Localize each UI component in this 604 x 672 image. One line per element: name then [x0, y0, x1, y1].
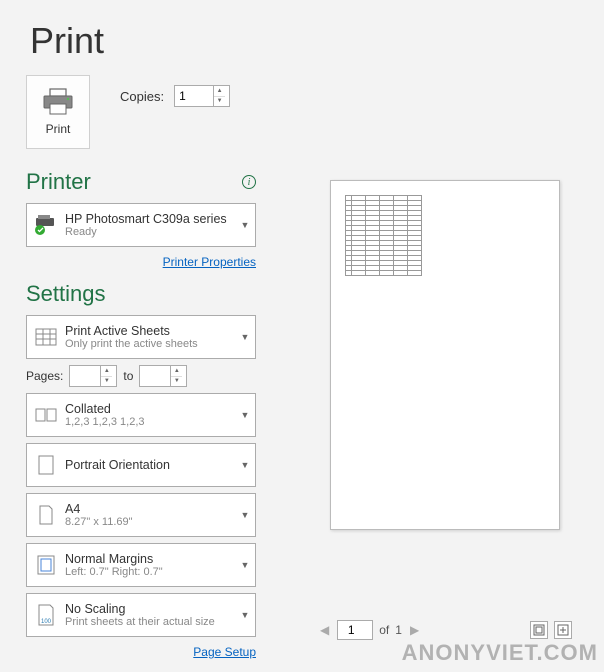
print-settings-panel: Print Copies: ▲ ▼ Printer i	[26, 75, 256, 671]
collate-icon	[35, 407, 57, 423]
printer-section-header: Printer i	[26, 169, 256, 195]
pages-to-field[interactable]	[140, 369, 170, 383]
print-area-title: Print Active Sheets	[65, 324, 235, 338]
printer-device-icon	[34, 215, 58, 235]
copies-label: Copies:	[120, 89, 164, 104]
printer-icon	[42, 88, 74, 116]
watermark: ANONYVIET.COM	[402, 640, 598, 666]
prev-page-button[interactable]: ◀	[318, 623, 331, 637]
pages-to-up[interactable]: ▲	[171, 366, 182, 377]
copies-input[interactable]: ▲ ▼	[174, 85, 230, 107]
preview-page	[330, 180, 560, 530]
paper-subtitle: 8.27" x 11.69"	[65, 516, 235, 528]
pages-to-label: to	[123, 369, 133, 383]
settings-section-header: Settings	[26, 281, 256, 307]
page-number-field[interactable]	[338, 623, 364, 637]
chevron-down-icon: ▼	[235, 610, 255, 620]
page-number-input[interactable]	[337, 620, 373, 640]
copies-row: Copies: ▲ ▼	[120, 85, 230, 107]
page-setup-link[interactable]: Page Setup	[193, 645, 256, 659]
pages-from-down[interactable]: ▼	[101, 377, 112, 387]
print-area-dropdown[interactable]: Print Active Sheets Only print the activ…	[26, 315, 256, 359]
collate-title: Collated	[65, 402, 235, 416]
page-title: Print	[0, 0, 604, 72]
pages-from-field[interactable]	[70, 369, 100, 383]
show-margins-button[interactable]	[530, 621, 548, 639]
collate-subtitle: 1,2,3 1,2,3 1,2,3	[65, 416, 235, 428]
pages-from-input[interactable]: ▲ ▼	[69, 365, 117, 387]
chevron-down-icon: ▼	[235, 560, 255, 570]
print-button[interactable]: Print	[26, 75, 90, 149]
scaling-icon: 100	[37, 604, 55, 626]
printer-name: HP Photosmart C309a series	[65, 212, 235, 226]
paper-icon	[38, 505, 54, 525]
scaling-subtitle: Print sheets at their actual size	[65, 616, 235, 628]
chevron-down-icon: ▼	[235, 220, 255, 230]
zoom-icon	[557, 624, 569, 636]
orientation-dropdown[interactable]: Portrait Orientation ▼	[26, 443, 256, 487]
margins-dropdown[interactable]: Normal Margins Left: 0.7" Right: 0.7" ▼	[26, 543, 256, 587]
printer-properties-link[interactable]: Printer Properties	[163, 255, 256, 269]
pages-label: Pages:	[26, 369, 63, 383]
copies-down[interactable]: ▼	[214, 97, 225, 107]
total-pages: 1	[395, 623, 402, 637]
info-icon[interactable]: i	[242, 175, 256, 189]
chevron-down-icon: ▼	[235, 410, 255, 420]
margins-title: Normal Margins	[65, 552, 235, 566]
zoom-button[interactable]	[554, 621, 572, 639]
pages-row: Pages: ▲ ▼ to ▲ ▼	[26, 365, 256, 387]
next-page-button[interactable]: ▶	[408, 623, 421, 637]
scaling-dropdown[interactable]: 100 No Scaling Print sheets at their act…	[26, 593, 256, 637]
scaling-title: No Scaling	[65, 602, 235, 616]
margins-subtitle: Left: 0.7" Right: 0.7"	[65, 566, 235, 578]
preview-nav-bar: ◀ of 1 ▶	[310, 620, 580, 640]
margins-toggle-icon	[533, 624, 545, 636]
printer-status: Ready	[65, 226, 235, 238]
printer-dropdown[interactable]: HP Photosmart C309a series Ready ▼	[26, 203, 256, 247]
print-button-label: Print	[46, 122, 71, 136]
svg-text:100: 100	[41, 619, 52, 625]
paper-title: A4	[65, 502, 235, 516]
sheets-icon	[35, 328, 57, 346]
chevron-down-icon: ▼	[235, 460, 255, 470]
copies-field[interactable]	[175, 89, 213, 103]
print-area-subtitle: Only print the active sheets	[65, 338, 235, 350]
copies-up[interactable]: ▲	[214, 86, 225, 97]
preview-panel: ◀ of 1 ▶	[310, 180, 580, 640]
paper-size-dropdown[interactable]: A4 8.27" x 11.69" ▼	[26, 493, 256, 537]
pages-to-input[interactable]: ▲ ▼	[139, 365, 187, 387]
preview-table	[345, 195, 422, 276]
chevron-down-icon: ▼	[235, 332, 255, 342]
margins-icon	[37, 555, 55, 575]
pages-from-up[interactable]: ▲	[101, 366, 112, 377]
of-label: of	[379, 623, 389, 637]
collate-dropdown[interactable]: Collated 1,2,3 1,2,3 1,2,3 ▼	[26, 393, 256, 437]
chevron-down-icon: ▼	[235, 510, 255, 520]
portrait-icon	[38, 455, 54, 475]
pages-to-down[interactable]: ▼	[171, 377, 182, 387]
orientation-title: Portrait Orientation	[65, 458, 235, 472]
